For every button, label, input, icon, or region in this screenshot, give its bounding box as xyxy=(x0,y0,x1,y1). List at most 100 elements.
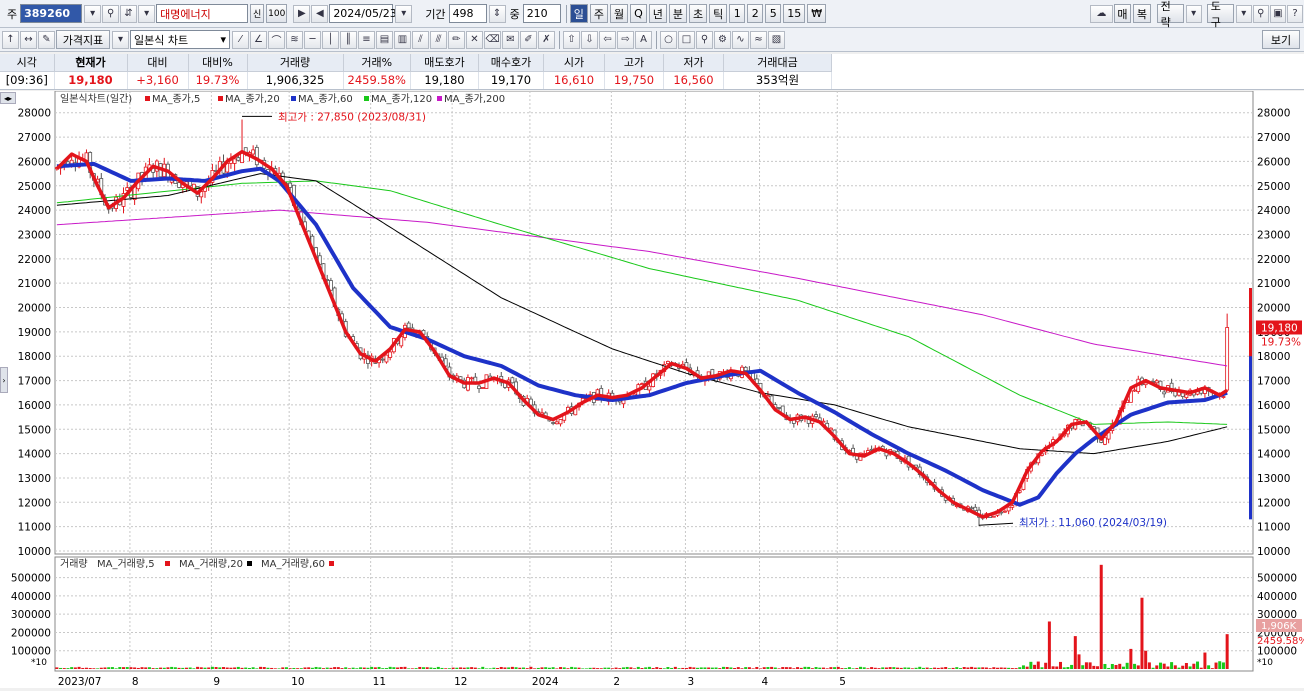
buy-button[interactable]: 매 xyxy=(1113,4,1132,23)
volume-y-tick-right: 100000 xyxy=(1257,646,1297,658)
rectangle-icon[interactable]: □ xyxy=(678,30,695,49)
search-icon[interactable]: ⚲ xyxy=(1252,4,1269,23)
circle-icon[interactable]: ○ xyxy=(660,30,677,49)
interval-5[interactable]: 5 xyxy=(765,4,782,23)
volume-bar xyxy=(629,667,633,669)
volume-bar xyxy=(836,666,840,669)
candlestick-chart[interactable]: 28000 2800027000 2700026000 2600025000 25000… xyxy=(0,90,1304,688)
interval-15[interactable]: 15 xyxy=(783,4,806,23)
copy-button[interactable]: 복 xyxy=(1133,4,1151,23)
fibonacci-icon[interactable]: ≡ xyxy=(358,30,375,49)
y-tick-label-right: 16000 xyxy=(1257,400,1290,412)
angle-tool-icon[interactable]: ∠ xyxy=(250,30,267,49)
interval-minute[interactable]: 분 xyxy=(668,4,687,23)
stock-code-input[interactable]: 389260 xyxy=(20,4,83,23)
prev-icon[interactable]: ◀ xyxy=(311,4,329,23)
interval-2[interactable]: 2 xyxy=(747,4,764,23)
tools-button[interactable]: 도구 xyxy=(1206,0,1234,29)
vertical-line-icon[interactable]: │ xyxy=(322,30,339,49)
interval-year[interactable]: 년 xyxy=(648,4,667,23)
play-icon[interactable]: ▶ xyxy=(293,4,311,23)
horizontal-line-icon[interactable]: ─ xyxy=(304,30,321,49)
table-icon[interactable]: ▤ xyxy=(376,30,393,49)
price-indicator-dropdown-icon[interactable]: ▾ xyxy=(112,30,129,49)
image-icon[interactable]: ▧ xyxy=(768,30,785,49)
volume-bar xyxy=(225,667,229,669)
pencil-icon[interactable]: ✏ xyxy=(448,30,465,49)
volume-bar xyxy=(70,667,74,669)
volume-bar xyxy=(851,668,855,669)
line-tool-icon[interactable]: ⁄ xyxy=(232,30,249,49)
y-tick-label-left: 11000 xyxy=(18,522,51,534)
interval-second[interactable]: 초 xyxy=(688,4,708,23)
text-tool-icon[interactable]: A xyxy=(635,30,652,49)
volume-bar xyxy=(118,667,122,669)
expand-icon[interactable]: ↔ xyxy=(20,30,37,49)
interval-week[interactable]: 주 xyxy=(589,4,608,23)
period-input[interactable]: 498 xyxy=(448,4,487,23)
collapse-left-icon[interactable]: ◂▸ xyxy=(0,92,16,104)
volume-bar xyxy=(640,668,644,669)
calendar-dropdown-icon[interactable]: ▾ xyxy=(395,4,413,23)
edit-icon[interactable]: ✎ xyxy=(38,30,55,49)
arrow-up-icon[interactable]: ⇧ xyxy=(563,30,580,49)
sort-icon[interactable]: ⇵ xyxy=(120,4,138,23)
arrow-down-icon[interactable]: ⇩ xyxy=(581,30,598,49)
wave-icon[interactable]: ∿ xyxy=(732,30,749,49)
strategy-button[interactable]: 전략 xyxy=(1156,0,1184,29)
arrow-left-icon[interactable]: ⇦ xyxy=(599,30,616,49)
bars-icon[interactable]: ▥ xyxy=(394,30,411,49)
interval-day[interactable]: 일 xyxy=(569,4,588,23)
tools-dropdown-icon[interactable]: ▾ xyxy=(1235,4,1252,23)
price-indicator-button[interactable]: 가격지표 xyxy=(56,30,110,49)
arc-tool-icon[interactable]: ⌒ xyxy=(268,30,285,49)
side-panel-toggle-icon[interactable]: › xyxy=(0,367,8,393)
overlap-input[interactable]: 210 xyxy=(522,4,561,23)
grid-lines-icon[interactable]: ║ xyxy=(340,30,357,49)
eraser-icon[interactable]: ⌫ xyxy=(484,30,501,49)
settings-icon[interactable]: ⚙ xyxy=(714,30,731,49)
parallel-icon[interactable]: ⫻ xyxy=(430,30,447,49)
volume-bar xyxy=(888,667,892,669)
x-tick-label: 12 xyxy=(454,676,467,688)
currency-button[interactable]: ₩ xyxy=(807,4,827,23)
search-icon[interactable]: ⚲ xyxy=(102,4,120,23)
candle-body xyxy=(647,385,652,391)
quote-header-ask: 매도호가 xyxy=(410,54,479,72)
save-icon[interactable]: ▣ xyxy=(1269,4,1286,23)
view-button[interactable]: 보기 xyxy=(1262,30,1300,49)
strategy-dropdown-icon[interactable]: ▾ xyxy=(1185,4,1202,23)
dropdown-icon[interactable]: ▾ xyxy=(138,4,156,23)
volume-bar xyxy=(807,666,811,669)
chart-type-select[interactable]: 일본식 차트 ▾ xyxy=(130,30,230,49)
candle-body xyxy=(477,385,481,390)
memo-icon[interactable]: ✐ xyxy=(520,30,537,49)
dropdown-icon[interactable]: ▾ xyxy=(84,4,102,23)
arrow-right-icon[interactable]: ⇨ xyxy=(617,30,634,49)
chart-area[interactable]: ◂▸ › 28000 28000 27000 27000 26000 26000 25000… xyxy=(0,90,1304,688)
interval-month[interactable]: 월 xyxy=(609,4,629,23)
spin-icon[interactable]: ⇕ xyxy=(488,4,506,23)
volume-bar xyxy=(1125,662,1129,669)
interval-1[interactable]: 1 xyxy=(729,4,746,23)
interval-quarter[interactable]: Q xyxy=(630,4,647,23)
volume-bar xyxy=(351,667,355,669)
stock-name-field: 대명에너지 xyxy=(156,4,249,23)
interval-tick[interactable]: 틱 xyxy=(709,4,728,23)
candle-body xyxy=(232,158,237,164)
zoom-icon[interactable]: ⚲ xyxy=(696,30,713,49)
note-icon[interactable]: ✉ xyxy=(502,30,519,49)
cross-icon[interactable]: ✕ xyxy=(466,30,483,49)
channel-icon[interactable]: ⫽ xyxy=(412,30,429,49)
candle-body xyxy=(1143,382,1148,386)
pattern-icon[interactable]: ≈ xyxy=(750,30,767,49)
date-input[interactable]: 2024/05/23 xyxy=(329,4,397,23)
delete-icon[interactable]: ✗ xyxy=(538,30,555,49)
volume-bar xyxy=(314,666,318,669)
volume-bar xyxy=(814,667,818,669)
help-icon[interactable]: ? xyxy=(1286,4,1304,23)
up-arrow-icon[interactable]: ↑ xyxy=(2,30,19,49)
cloud-icon[interactable]: ☁ xyxy=(1090,4,1113,23)
quote-bid: 19,170 xyxy=(478,71,544,89)
fan-tool-icon[interactable]: ≋ xyxy=(286,30,303,49)
